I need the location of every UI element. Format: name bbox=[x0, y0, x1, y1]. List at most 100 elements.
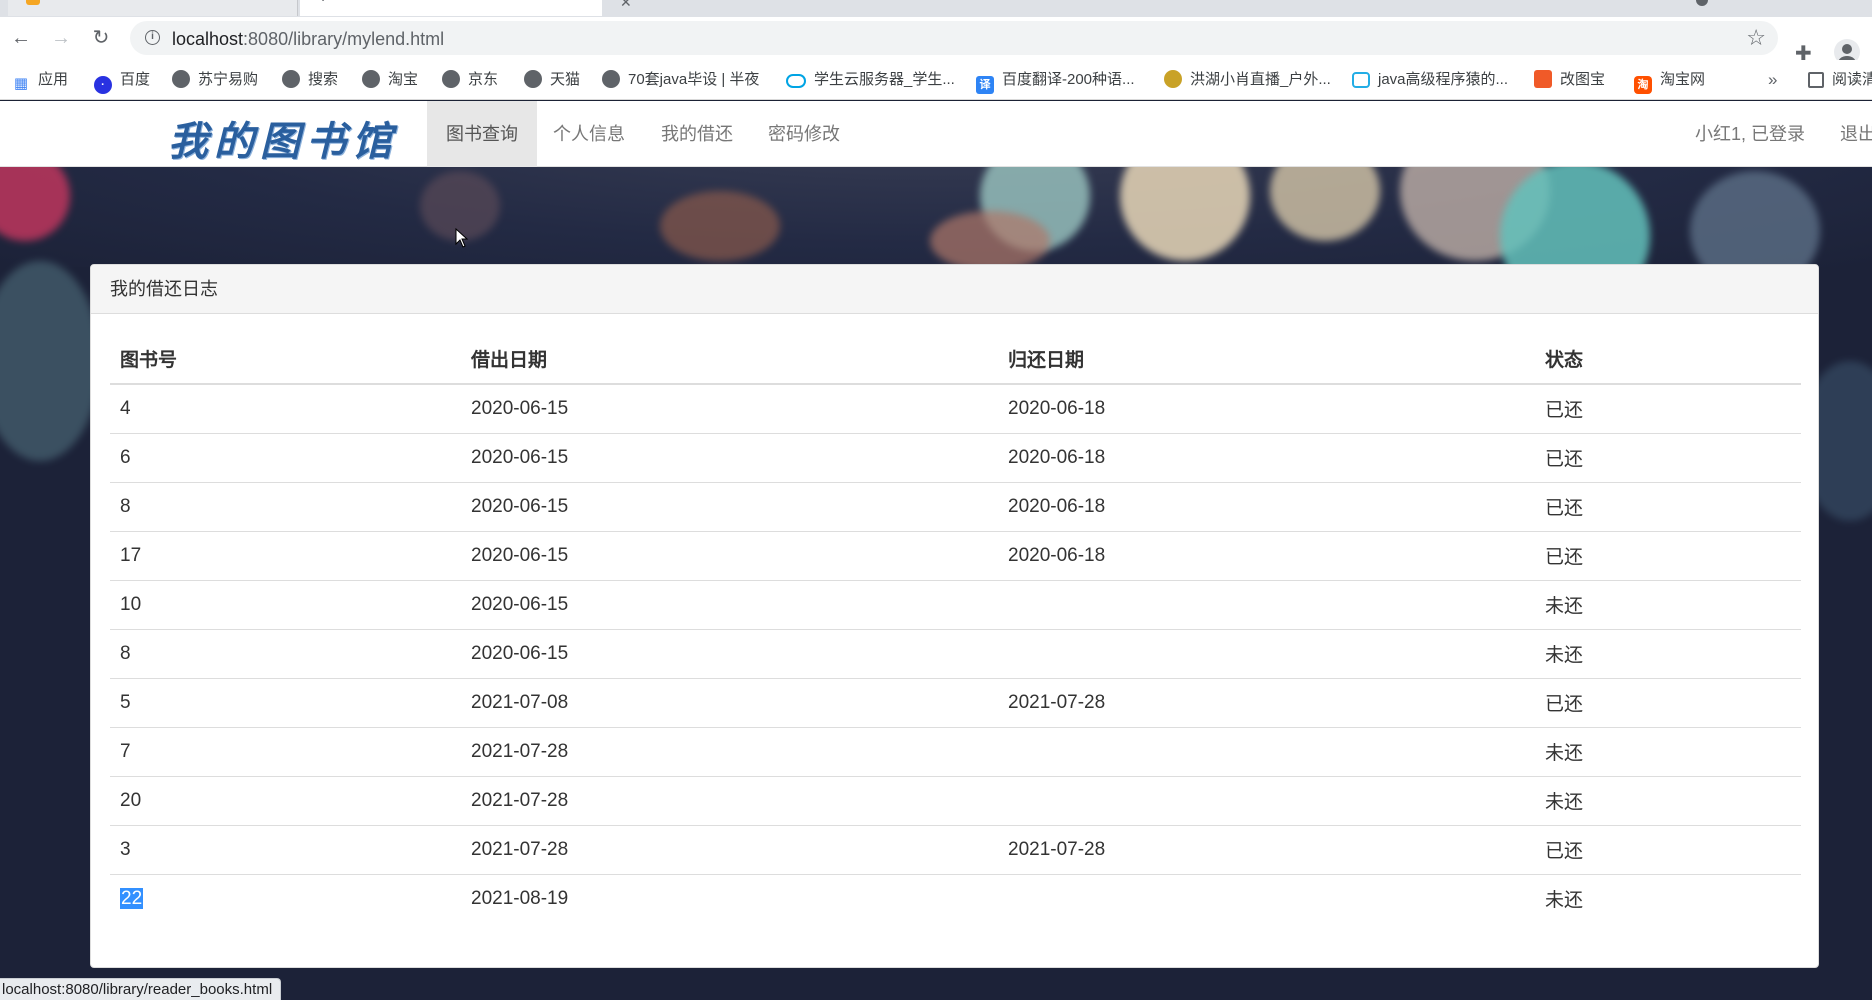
bookmark-taobao[interactable]: 淘宝 bbox=[362, 70, 418, 90]
bookmark-honghu-live[interactable]: 洪湖小肖直播_户外... bbox=[1164, 70, 1331, 90]
tab-strip: ✓ ✕ bbox=[0, 0, 1872, 17]
cell-lend-date: 2021-07-28 bbox=[461, 726, 998, 776]
bookmark-label: 淘宝网 bbox=[1660, 71, 1706, 88]
cell-return-date: 2020-06-18 bbox=[998, 530, 1535, 580]
bookmark-gaitubao[interactable]: 改图宝 bbox=[1534, 70, 1605, 90]
reading-list-label: 阅读清 bbox=[1832, 71, 1872, 88]
address-bar[interactable]: i localhost:8080/library/mylend.html ☆ bbox=[130, 21, 1778, 55]
bookmark-label: java高级程序猿的... bbox=[1378, 71, 1509, 88]
table-row: 22 2021-08-19 未还 bbox=[110, 873, 1801, 923]
bookmark-label: 苏宁易购 bbox=[198, 71, 259, 88]
column-header-book-id: 图书号 bbox=[110, 333, 461, 385]
user-login-status[interactable]: 小红1, 已登录 bbox=[1695, 101, 1805, 167]
url-text[interactable]: localhost:8080/library/mylend.html bbox=[172, 29, 444, 50]
table-row: 5 2021-07-08 2021-07-28 已还 bbox=[110, 677, 1801, 727]
cell-book-id: 7 bbox=[110, 726, 461, 776]
bookmark-label: 京东 bbox=[468, 71, 499, 88]
globe-icon bbox=[442, 70, 460, 88]
window-control-icon[interactable] bbox=[1696, 0, 1708, 6]
bookmark-jd[interactable]: 京东 bbox=[442, 70, 498, 90]
bookmark-tmall[interactable]: 天猫 bbox=[524, 70, 580, 90]
cell-status: 未还 bbox=[1535, 628, 1801, 678]
back-arrow-icon[interactable]: ← bbox=[8, 25, 34, 51]
cell-book-id: 6 bbox=[110, 432, 461, 482]
bookmark-baidu-translate[interactable]: 译百度翻译-200种语... bbox=[976, 70, 1135, 94]
column-header-lend-date: 借出日期 bbox=[461, 333, 998, 385]
table-row: 8 2020-06-15 2020-06-18 已还 bbox=[110, 481, 1801, 531]
cell-status: 已还 bbox=[1535, 432, 1801, 482]
table-row: 17 2020-06-15 2020-06-18 已还 bbox=[110, 530, 1801, 580]
table-row: 10 2020-06-15 未还 bbox=[110, 579, 1801, 629]
cell-return-date: 2020-06-18 bbox=[1008, 397, 1106, 419]
cell-lend-date: 2020-06-15 bbox=[461, 481, 998, 531]
url-host: localhost bbox=[172, 29, 244, 49]
reload-icon[interactable]: ↻ bbox=[88, 25, 114, 51]
toolbar: ← → ↻ i localhost:8080/library/mylend.ht… bbox=[0, 17, 1872, 65]
selected-text[interactable]: 22 bbox=[120, 887, 144, 909]
bookmark-apps[interactable]: ▦ 应用 bbox=[12, 70, 68, 92]
bookmark-java-projects[interactable]: 70套java毕设 | 半夜 bbox=[602, 70, 759, 90]
taobao-icon: 淘 bbox=[1634, 76, 1652, 94]
cloud-icon bbox=[786, 74, 806, 88]
bookmark-java-programmer[interactable]: java高级程序猿的... bbox=[1352, 70, 1508, 90]
cell-lend-date: 2020-06-15 bbox=[471, 397, 569, 419]
table-row: 6 2020-06-15 2020-06-18 已还 bbox=[110, 432, 1801, 482]
cell-book-id: 5 bbox=[110, 677, 461, 727]
nav-my-lending[interactable]: 我的借还 bbox=[642, 101, 752, 167]
bookmark-taobao-net[interactable]: 淘淘宝网 bbox=[1634, 70, 1706, 94]
bookmarks-bar: ▦ 应用 · 百度 苏宁易购 搜索 淘宝 京东 天猫 70套java毕设 | 半夜 … bbox=[0, 60, 1872, 100]
table-row: 7 2021-07-28 未还 bbox=[110, 726, 1801, 776]
page-viewport: 我的图书馆 图书查询 个人信息 我的借还 密码修改 小红1, 已登录 退出 我的… bbox=[0, 101, 1872, 1000]
gaitubao-icon bbox=[1534, 70, 1552, 88]
bookmark-star-icon[interactable]: ☆ bbox=[1746, 25, 1766, 51]
browser-tab-active[interactable]: ✓ bbox=[300, 0, 602, 16]
reading-list[interactable]: 阅读清 bbox=[1808, 70, 1872, 90]
cell-status: 未还 bbox=[1535, 726, 1801, 776]
cell-lend-date: 2021-07-08 bbox=[461, 677, 998, 727]
nav-book-search[interactable]: 图书查询 bbox=[427, 101, 537, 167]
logout-link[interactable]: 退出 bbox=[1840, 101, 1872, 167]
cell-book-id: 22 bbox=[110, 873, 461, 923]
site-brand-logo[interactable]: 我的图书馆 bbox=[168, 109, 398, 167]
panel-body: 图书号 借出日期 归还日期 状态 4 2020-06-15 2020-06-18 已还… bbox=[91, 314, 1818, 942]
cell-return-date bbox=[998, 873, 1535, 923]
cell-status: 未还 bbox=[1535, 873, 1801, 923]
tab-close-icon[interactable]: ✕ bbox=[620, 0, 632, 11]
cell-lend-date: 2020-06-15 bbox=[461, 530, 998, 580]
cell-lend-date: 2021-07-28 bbox=[461, 824, 998, 874]
forward-arrow-icon[interactable]: → bbox=[48, 25, 74, 51]
cell-status: 未还 bbox=[1535, 579, 1801, 629]
bookmark-suning[interactable]: 苏宁易购 bbox=[172, 70, 258, 90]
cell-book-id: 10 bbox=[110, 579, 461, 629]
cell-return-date bbox=[998, 579, 1535, 629]
globe-icon bbox=[362, 70, 380, 88]
nav-personal-info[interactable]: 个人信息 bbox=[534, 101, 644, 167]
cell-return-date bbox=[998, 628, 1535, 678]
status-bar-url: localhost:8080/library/reader_books.html bbox=[0, 978, 282, 1000]
nav-change-password[interactable]: 密码修改 bbox=[749, 101, 859, 167]
globe-icon bbox=[282, 70, 300, 88]
cell-book-id: 3 bbox=[110, 824, 461, 874]
bookmarks-overflow-chevron[interactable]: » bbox=[1768, 70, 1777, 90]
eagle-icon bbox=[1164, 70, 1182, 88]
bookmark-student-cloud[interactable]: 学生云服务器_学生... bbox=[786, 70, 955, 90]
bookmark-label: 洪湖小肖直播_户外... bbox=[1190, 71, 1331, 88]
bookmark-label: 淘宝 bbox=[388, 71, 419, 88]
cell-status: 已还 bbox=[1535, 481, 1801, 531]
bookmark-label: 天猫 bbox=[550, 71, 581, 88]
cell-return-date: 2020-06-18 bbox=[998, 432, 1535, 482]
table-row: 8 2020-06-15 未还 bbox=[110, 628, 1801, 678]
baidu-paw-icon: · bbox=[94, 76, 112, 94]
globe-icon bbox=[524, 70, 542, 88]
site-navbar: 我的图书馆 图书查询 个人信息 我的借还 密码修改 小红1, 已登录 退出 bbox=[0, 101, 1872, 167]
bookmark-baidu[interactable]: · 百度 bbox=[94, 70, 150, 94]
cell-lend-date: 2020-06-15 bbox=[461, 579, 998, 629]
browser-tab-inactive[interactable] bbox=[8, 0, 298, 16]
cell-book-id: 8 bbox=[110, 481, 461, 531]
bookmark-search[interactable]: 搜索 bbox=[282, 70, 338, 90]
bookmark-label: 百度翻译-200种语... bbox=[1002, 71, 1135, 88]
cell-status: 已还 bbox=[1535, 530, 1801, 580]
cell-lend-date: 2020-06-15 bbox=[461, 628, 998, 678]
cell-book-id: 8 bbox=[110, 628, 461, 678]
site-info-icon[interactable]: i bbox=[145, 30, 160, 45]
